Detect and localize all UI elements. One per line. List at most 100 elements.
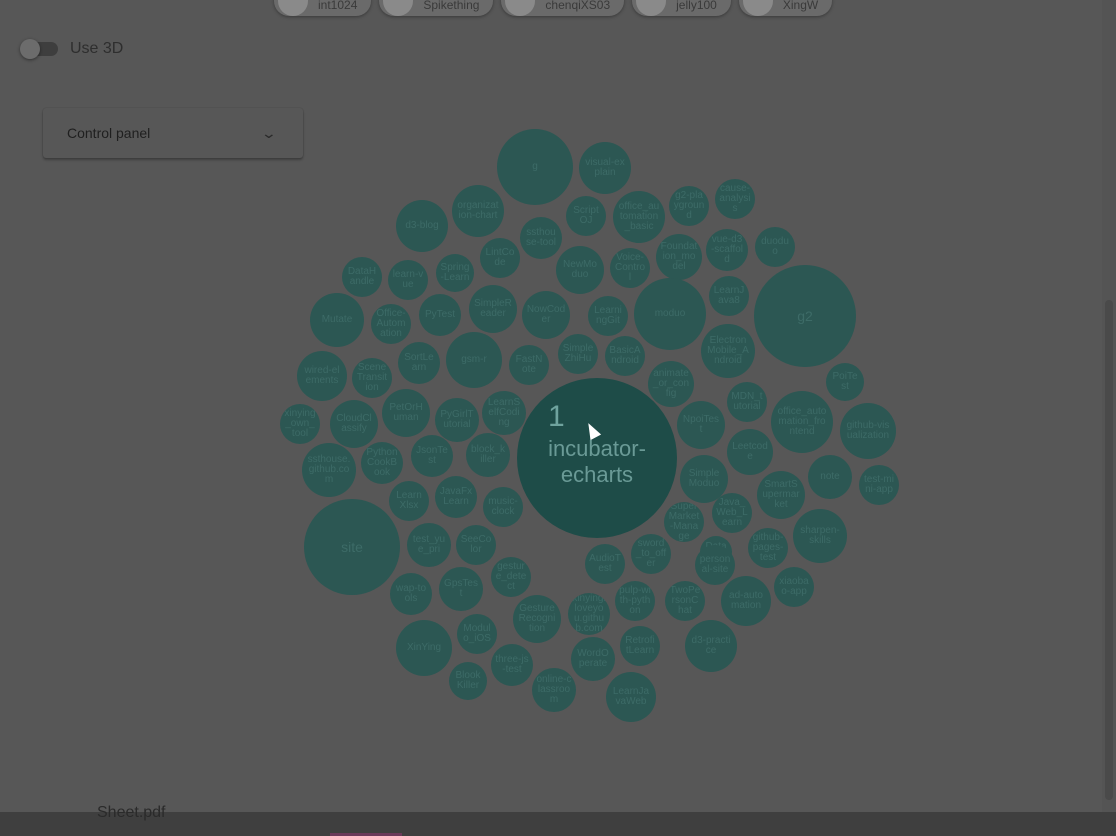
repo-bubble[interactable]: SeeColor: [456, 525, 496, 565]
repo-bubble[interactable]: g: [497, 129, 573, 205]
repo-bubble[interactable]: pulp-with-python: [615, 581, 655, 621]
repo-bubble[interactable]: sharpen-skills: [793, 509, 847, 563]
repo-bubble[interactable]: SimpleReader: [469, 285, 517, 333]
repo-bubble[interactable]: animate_or_config: [648, 361, 694, 407]
repo-bubble[interactable]: ssthouse-tool: [520, 217, 562, 259]
repo-bubble[interactable]: PyTest: [419, 294, 461, 336]
repo-bubble[interactable]: block_killer: [466, 433, 510, 477]
repo-bubble[interactable]: organization-chart: [452, 185, 504, 237]
repo-bubble[interactable]: SortLearn: [398, 342, 440, 384]
repo-bubble-label: wired-elements: [304, 365, 340, 386]
repo-bubble[interactable]: SmartSupermarket: [757, 471, 805, 519]
repo-bubble[interactable]: LintCode: [480, 238, 520, 278]
repo-bubble[interactable]: PythonCookBook: [361, 442, 403, 484]
repo-bubble[interactable]: incubator-echarts: [517, 378, 677, 538]
repo-bubble[interactable]: JsonTest: [411, 435, 453, 477]
repo-bubble[interactable]: GestureRecognition: [513, 595, 561, 643]
repo-bubble[interactable]: wap-tools: [390, 573, 432, 615]
repo-bubble[interactable]: d3-blog: [396, 200, 448, 252]
repo-bubble[interactable]: PyGirlTutorial: [435, 398, 479, 442]
repo-bubble[interactable]: ad-automation: [721, 576, 771, 626]
repo-bubble[interactable]: GpsTest: [439, 567, 483, 611]
repo-bubble[interactable]: PetOrHuman: [382, 389, 430, 437]
repo-bubble[interactable]: MDN_tutorial: [727, 382, 767, 422]
repo-bubble[interactable]: NpoiTest: [677, 401, 725, 449]
repo-bubble[interactable]: NewModuo: [556, 246, 604, 294]
repo-bubble-label: LearningGit: [594, 305, 622, 326]
repo-bubble[interactable]: wired-elements: [297, 351, 347, 401]
repo-bubble[interactable]: SimpleZhiHu: [558, 334, 598, 374]
repo-bubble[interactable]: LearnJava8: [709, 276, 749, 316]
repo-bubble[interactable]: gesture_detect: [491, 557, 531, 597]
repo-bubble[interactable]: JavaFxLearn: [435, 476, 477, 518]
repo-bubble[interactable]: xinying_own_tool: [280, 404, 320, 444]
repo-bubble[interactable]: LearnSelfCoding: [482, 391, 526, 435]
repo-bubble[interactable]: Leetcode: [727, 429, 773, 475]
repo-bubble[interactable]: test_yue_pri: [407, 523, 451, 567]
repo-bubble[interactable]: Foundation_model: [656, 234, 702, 280]
repo-bubble[interactable]: SceneTransition: [352, 358, 392, 398]
repo-bubble[interactable]: github-pages-test: [748, 528, 788, 568]
repo-bubble[interactable]: CloudClassify: [330, 400, 378, 448]
repo-bubble-label: SimpleModuo: [688, 468, 720, 489]
repo-bubble[interactable]: XinYing: [396, 620, 452, 676]
repo-bubble[interactable]: office_automation_frontend: [771, 391, 833, 453]
repo-bubble[interactable]: Voice-Control: [610, 248, 650, 288]
repo-bubble[interactable]: NowCoder: [522, 291, 570, 339]
repo-bubble-label: FastNote: [515, 354, 543, 375]
repo-bubble[interactable]: FastNote: [509, 345, 549, 385]
repo-bubble[interactable]: test-mini-app: [859, 465, 899, 505]
repo-bubble[interactable]: sword_to_offer: [631, 534, 671, 574]
repo-bubble[interactable]: office_automation_basic: [613, 191, 665, 243]
repo-bubble[interactable]: Spring-Learn: [436, 254, 474, 292]
repo-bubble[interactable]: github-visualization: [840, 403, 896, 459]
repo-bubble[interactable]: xinyingiloveyou.github.com: [568, 593, 610, 635]
repo-bubble-label: Leetcode: [732, 441, 768, 462]
repo-bubble[interactable]: ScriptOJ: [566, 196, 606, 236]
repo-bubble-label: LintCode: [485, 247, 515, 268]
repo-bubble[interactable]: d3-practice: [685, 620, 737, 672]
repo-bubble[interactable]: WordOperate: [571, 637, 615, 681]
repo-bubble-label: NpoiTest: [682, 414, 720, 435]
page-scrollbar[interactable]: [1102, 0, 1116, 812]
repo-bubble-label: LearnJavaWeb: [612, 686, 650, 707]
highlight-rank: 1: [548, 400, 565, 433]
repo-bubble-label: duoduo: [761, 236, 789, 257]
repo-bubble[interactable]: BasicAndroid: [605, 336, 645, 376]
repo-bubble[interactable]: duoduo: [755, 227, 795, 267]
repo-bubble[interactable]: music-clock: [483, 487, 523, 527]
repo-bubble-label: animate_or_config: [652, 368, 690, 399]
repo-bubble[interactable]: Modulo_iOS: [457, 614, 497, 654]
repo-bubble-label: BlookKiller: [455, 670, 481, 691]
repo-bubble[interactable]: xiaobao-app: [774, 567, 814, 607]
repo-bubble[interactable]: TwoPersonChat: [665, 581, 705, 621]
repo-bubble[interactable]: LearnJavaWeb: [606, 672, 656, 722]
repo-bubble[interactable]: Mutate: [310, 293, 364, 347]
repo-bubble[interactable]: RetrofitLearn: [620, 626, 660, 666]
repo-bubble[interactable]: BlookKiller: [449, 662, 487, 700]
repo-bubble[interactable]: site: [304, 499, 400, 595]
repo-bubble[interactable]: learn-vue: [388, 260, 428, 300]
repo-bubble[interactable]: online-classroom: [532, 668, 576, 712]
repo-bubble[interactable]: ssthouse.github.com: [302, 443, 356, 497]
repo-bubble[interactable]: note: [808, 455, 852, 499]
repo-bubble[interactable]: visual-explain: [579, 142, 631, 194]
repo-bubble[interactable]: AudioTest: [585, 544, 625, 584]
repo-bubble[interactable]: personal-site: [695, 545, 735, 585]
repo-bubble[interactable]: three-js-test: [491, 644, 533, 686]
repo-bubble[interactable]: PoiTest: [826, 363, 864, 401]
repo-bubble[interactable]: Java_Web_Learn: [712, 493, 752, 533]
repo-bubble[interactable]: g2-playground: [669, 186, 709, 226]
repo-bubble[interactable]: ElectronMobile_Android: [701, 324, 755, 378]
repo-bubble[interactable]: LearnXlsx: [389, 481, 429, 521]
repo-bubble[interactable]: LearningGit: [588, 296, 628, 336]
scrollbar-thumb[interactable]: [1105, 300, 1113, 800]
repo-bubble[interactable]: DataHandle: [342, 257, 382, 297]
repo-bubble[interactable]: cause-analysis: [715, 179, 755, 219]
repo-bubble[interactable]: g2: [754, 265, 856, 367]
repo-bubble[interactable]: Office-Automation: [371, 304, 411, 344]
repo-bubble[interactable]: gsm-r: [446, 332, 502, 388]
repo-bubble[interactable]: vue-d3-scaffold: [706, 229, 748, 271]
repo-bubble[interactable]: moduo: [634, 278, 706, 350]
repo-bubble[interactable]: SuperMarket-Manage: [664, 502, 704, 542]
